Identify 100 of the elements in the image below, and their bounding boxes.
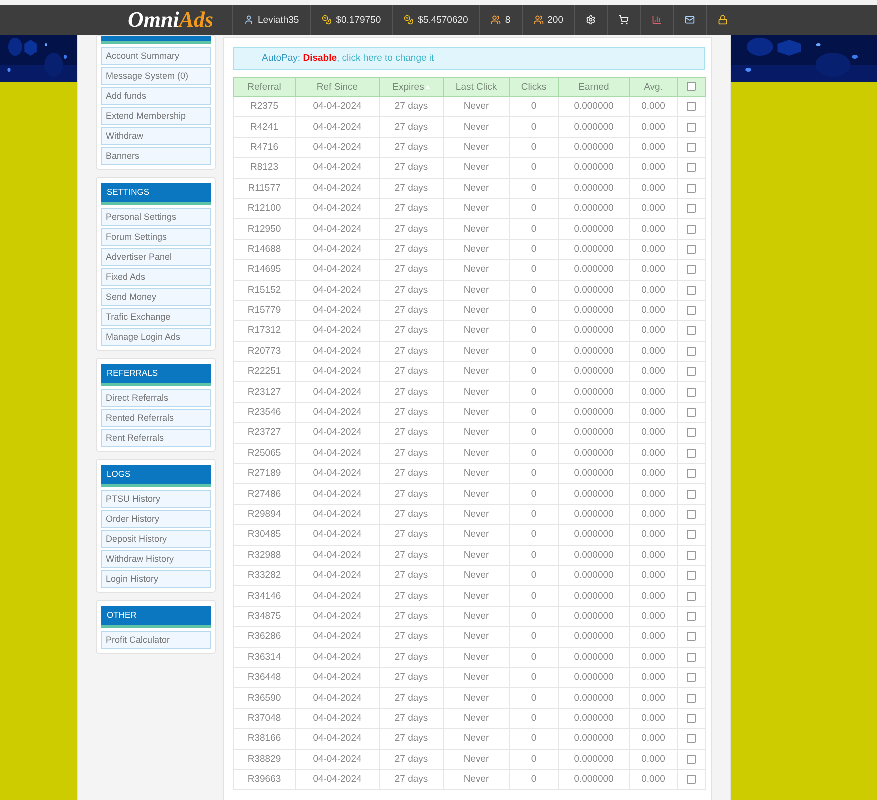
row-checkbox[interactable] [687,224,696,234]
sidebar-item[interactable]: Advertiser Panel [101,248,211,266]
row-checkbox[interactable] [687,204,696,214]
row-checkbox[interactable] [687,388,696,397]
table-cell: 04-04-2024 [296,218,380,240]
table-cell: 0.000000 [558,239,630,260]
table-cell: 0.000 [630,545,678,566]
row-checkbox[interactable] [687,326,696,336]
table-cell: 0 [510,198,558,219]
row-checkbox[interactable] [687,754,696,764]
row-checkbox[interactable] [687,510,696,519]
sidebar-item[interactable]: Deposit History [101,530,211,548]
row-checkbox[interactable] [687,571,696,580]
sidebar-item[interactable]: Withdraw History [101,550,211,568]
table-cell: 0 [510,158,558,178]
row-checkbox[interactable] [687,448,696,458]
row-checkbox[interactable] [687,265,696,274]
row-checkbox[interactable] [687,694,696,702]
table-cell: 0 [510,504,558,525]
column-header[interactable]: Avg. [630,78,678,96]
table-cell: Never [444,647,510,668]
sidebar-item[interactable]: Profit Calculator [101,631,211,649]
column-header[interactable]: Last Click [444,78,510,96]
row-checkbox[interactable] [687,775,696,784]
sidebar-item[interactable]: Message System (0) [101,67,211,85]
table-cell: 0.000000 [558,158,630,178]
row-checkbox[interactable] [687,244,696,254]
sidebar-item[interactable]: Direct Referrals [101,389,211,407]
row-checkbox[interactable] [687,102,696,112]
row-checkbox[interactable] [687,592,696,601]
table-cell: Never [444,606,510,627]
sidebar-item[interactable]: Order History [101,510,211,528]
sidebar-item[interactable]: Fixed Ads [101,268,211,286]
row-checkbox[interactable] [687,428,696,438]
column-header[interactable]: Earned [558,78,630,96]
logo[interactable]: OmniAds [128,5,232,35]
sidebar-item[interactable]: Withdraw [101,127,211,145]
sidebar-item[interactable]: Personal Settings [101,208,211,226]
change-link[interactable]: , click here to change it [337,53,434,64]
table-cell: R17312 [234,320,296,342]
table-cell: R36448 [234,667,296,688]
table-cell: R39663 [234,769,296,790]
sidebar-item[interactable]: Banners [101,147,211,165]
row-checkbox[interactable] [687,163,696,172]
select-all-checkbox[interactable] [687,82,696,92]
table-cell: 0.000000 [558,667,630,688]
column-header[interactable]: Clicks [510,78,558,96]
row-checkbox[interactable] [687,306,696,316]
row-checkbox[interactable] [687,612,696,621]
column-header[interactable]: Expires [380,78,444,96]
row-checkbox[interactable] [687,142,696,152]
row-checkbox[interactable] [687,469,696,478]
table-cell: 04-04-2024 [296,728,380,749]
table-cell: Never [444,626,510,648]
table-cell: 0 [510,728,558,749]
table-cell: R23546 [234,402,296,423]
table-cell: 04-04-2024 [296,464,380,484]
table-cell: R38166 [234,728,296,749]
table-cell: R36314 [234,647,296,668]
table-cell: 04-04-2024 [296,606,380,627]
column-header[interactable]: Ref Since [296,78,380,96]
sidebar-item[interactable]: Rent Referrals [101,429,211,447]
table-cell: 0 [510,464,558,484]
table-cell: 04-04-2024 [296,137,380,158]
row-checkbox[interactable] [687,632,696,642]
sidebar-item[interactable]: Forum Settings [101,228,211,246]
column-header[interactable]: Referral [234,78,296,96]
sidebar-item[interactable]: Add funds [101,87,211,105]
row-checkbox[interactable] [687,408,696,418]
row-checkbox[interactable] [687,122,696,132]
row-checkbox[interactable] [687,734,696,744]
table-cell: 27 days [380,198,444,219]
table-cell: 0.000 [630,688,678,708]
table-cell: 27 days [380,464,444,484]
table-cell: Never [444,96,510,117]
sidebar-item[interactable]: Trafic Exchange [101,308,211,326]
row-checkbox[interactable] [687,286,696,295]
table-cell: 04-04-2024 [296,667,380,688]
row-checkbox[interactable] [687,714,696,723]
table-cell: Never [444,382,510,402]
table-cell: R22251 [234,362,296,382]
sidebar-item[interactable]: Rented Referrals [101,409,211,427]
sidebar-item[interactable]: Login History [101,570,211,588]
sidebar-item[interactable]: Account Summary [101,47,211,65]
row-checkbox[interactable] [687,184,696,193]
row-checkbox[interactable] [687,346,696,356]
sidebar-item[interactable]: Send Money [101,288,211,306]
sidebar-item[interactable]: Extend Membership [101,107,211,125]
row-checkbox[interactable] [687,367,696,376]
table-cell: 27 days [380,116,444,138]
sidebar-item[interactable]: Manage Login Ads [101,328,211,346]
row-checkbox[interactable] [687,490,696,499]
table-cell: 27 days [380,382,444,402]
table-cell: 0.000000 [558,504,630,525]
table-cell: 0.000 [630,137,678,158]
row-checkbox[interactable] [687,530,696,540]
row-checkbox[interactable] [687,652,696,662]
row-checkbox[interactable] [687,673,696,682]
sidebar-item[interactable]: PTSU History [101,490,211,508]
row-checkbox[interactable] [687,550,696,560]
